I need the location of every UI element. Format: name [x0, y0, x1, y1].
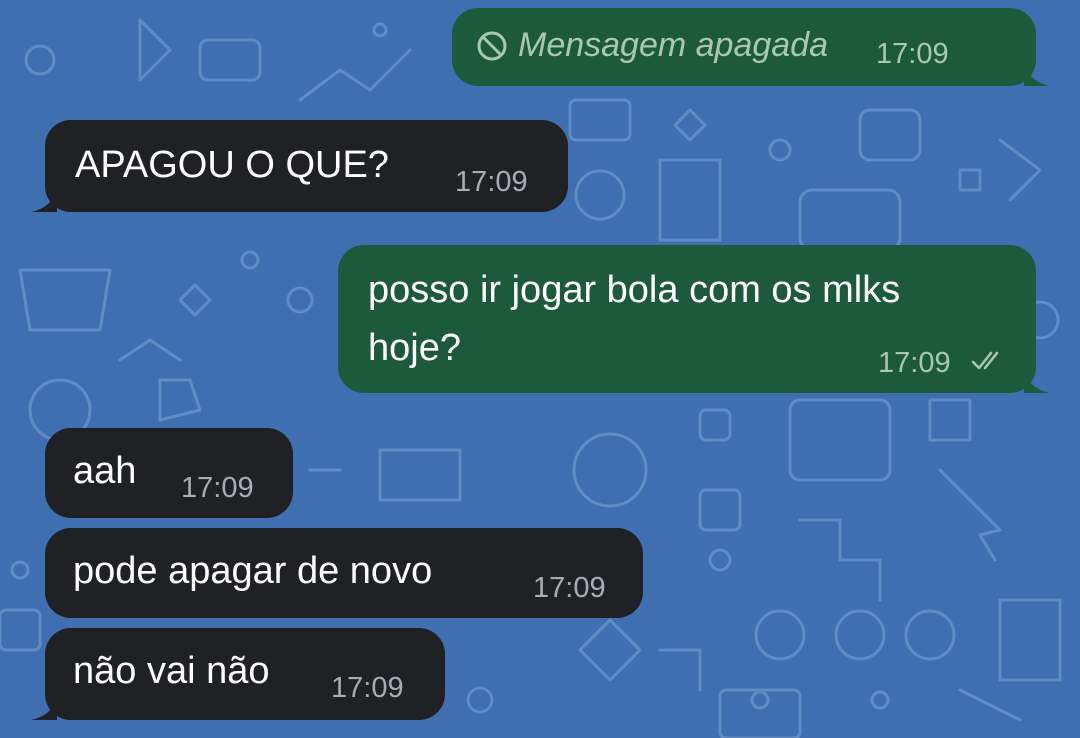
deleted-message-text: Mensagem apagada [518, 26, 829, 64]
message-time: 17:09 [876, 38, 949, 70]
prohibited-icon [477, 31, 507, 61]
bubble-tail [1024, 64, 1050, 86]
message-text: APAGOU O QUE? [75, 144, 389, 186]
message-text: não vai não [73, 650, 270, 692]
outgoing-message-deleted[interactable]: Mensagem apagada 17:09 [452, 8, 1050, 86]
message-text: aah [73, 450, 137, 492]
bubble-tail [31, 698, 57, 720]
outgoing-message[interactable]: posso ir jogar bola com os mlks hoje? 17… [338, 245, 1050, 393]
bubble-tail [1024, 371, 1050, 393]
message-time: 17:09 [331, 672, 404, 704]
message-time: 17:09 [533, 572, 606, 604]
message-time: 17:09 [181, 472, 254, 504]
message-text-line-1: posso ir jogar bola com os mlks [368, 269, 901, 311]
incoming-message[interactable]: pode apagar de novo 17:09 [45, 528, 643, 618]
double-check-icon [971, 351, 999, 370]
incoming-message[interactable]: APAGOU O QUE? 17:09 [31, 120, 568, 212]
incoming-message[interactable]: aah 17:09 [45, 428, 293, 518]
message-text-line-2: hoje? [368, 327, 461, 369]
bubble-tail [31, 190, 57, 212]
message-text: pode apagar de novo [73, 550, 433, 592]
message-time: 17:09 [878, 347, 951, 379]
incoming-message[interactable]: não vai não 17:09 [31, 628, 445, 720]
message-time: 17:09 [455, 166, 528, 198]
